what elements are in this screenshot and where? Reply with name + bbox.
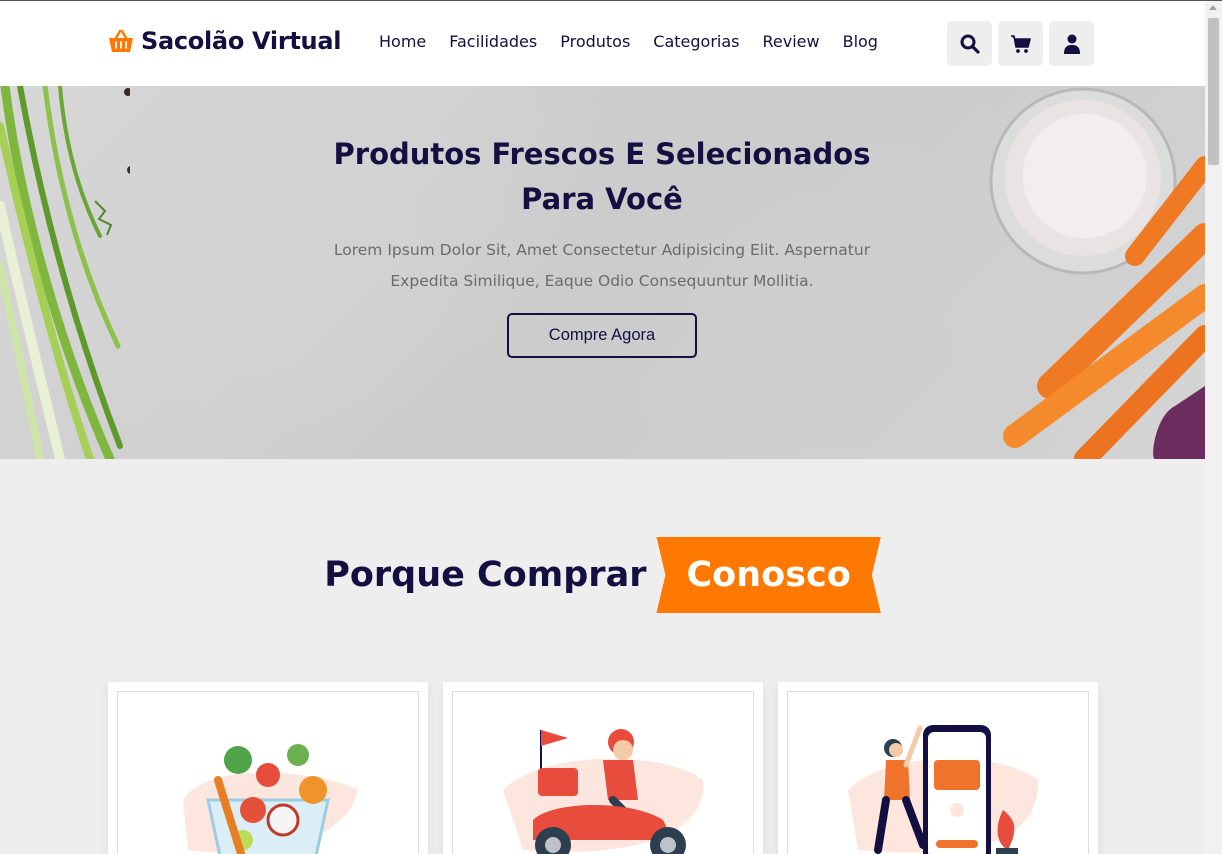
nav-link-blog[interactable]: Blog (843, 32, 878, 51)
feature-card-frame (117, 691, 419, 854)
vertical-scrollbar[interactable] (1205, 1, 1222, 854)
hero-banner: Produtos Frescos E Selecionados Para Voc… (0, 86, 1205, 459)
delivery-scooter-illustration (503, 729, 704, 854)
fresh-vegetables-illustration (183, 744, 358, 854)
nav-link-home[interactable]: Home (379, 32, 426, 51)
feature-card (778, 682, 1098, 854)
green-onions-decoration (0, 86, 130, 459)
hero-title: Produtos Frescos E Selecionados Para Voc… (333, 137, 871, 216)
user-button[interactable] (1049, 21, 1094, 66)
feature-card-frame (452, 691, 754, 854)
nav-link-review[interactable]: Review (763, 32, 820, 51)
feature-card (443, 682, 763, 854)
cart-icon (1010, 34, 1031, 53)
nav-link-categorias[interactable]: Categorias (653, 32, 739, 51)
buy-now-button[interactable]: Compre Agora (507, 313, 697, 358)
site-header: Sacolão Virtual Home Facilidades Produto… (0, 1, 1205, 86)
nav-link-facilidades[interactable]: Facilidades (449, 32, 537, 51)
search-button[interactable] (947, 21, 992, 66)
scroll-up-arrow-icon[interactable] (1209, 5, 1217, 10)
section-heading: Porque Comprar Conosco (0, 537, 1205, 613)
basket-icon (109, 29, 133, 52)
brand-logo[interactable]: Sacolão Virtual (107, 27, 341, 55)
feature-card (108, 682, 428, 854)
feature-card-frame (787, 691, 1089, 854)
heading-main-text: Porque Comprar (324, 555, 647, 595)
mobile-payment-illustration (848, 725, 1039, 854)
header-icon-group (947, 21, 1094, 66)
brand-name: Sacolão Virtual (141, 27, 342, 55)
cart-button[interactable] (998, 21, 1043, 66)
scrollbar-thumb[interactable] (1208, 18, 1219, 165)
features-card-row (108, 682, 1098, 854)
heading-accent-ribbon: Conosco (656, 537, 881, 613)
user-icon (1063, 34, 1080, 54)
hero-content: Produtos Frescos E Selecionados Para Voc… (302, 132, 902, 297)
carrots-salt-decoration (989, 87, 1205, 459)
hero-description: Lorem Ipsum Dolor Sit, Amet Consectetur … (333, 241, 871, 290)
main-nav: Home Facilidades Produtos Categorias Rev… (379, 32, 901, 51)
search-icon (960, 34, 980, 54)
nav-link-produtos[interactable]: Produtos (560, 32, 630, 51)
